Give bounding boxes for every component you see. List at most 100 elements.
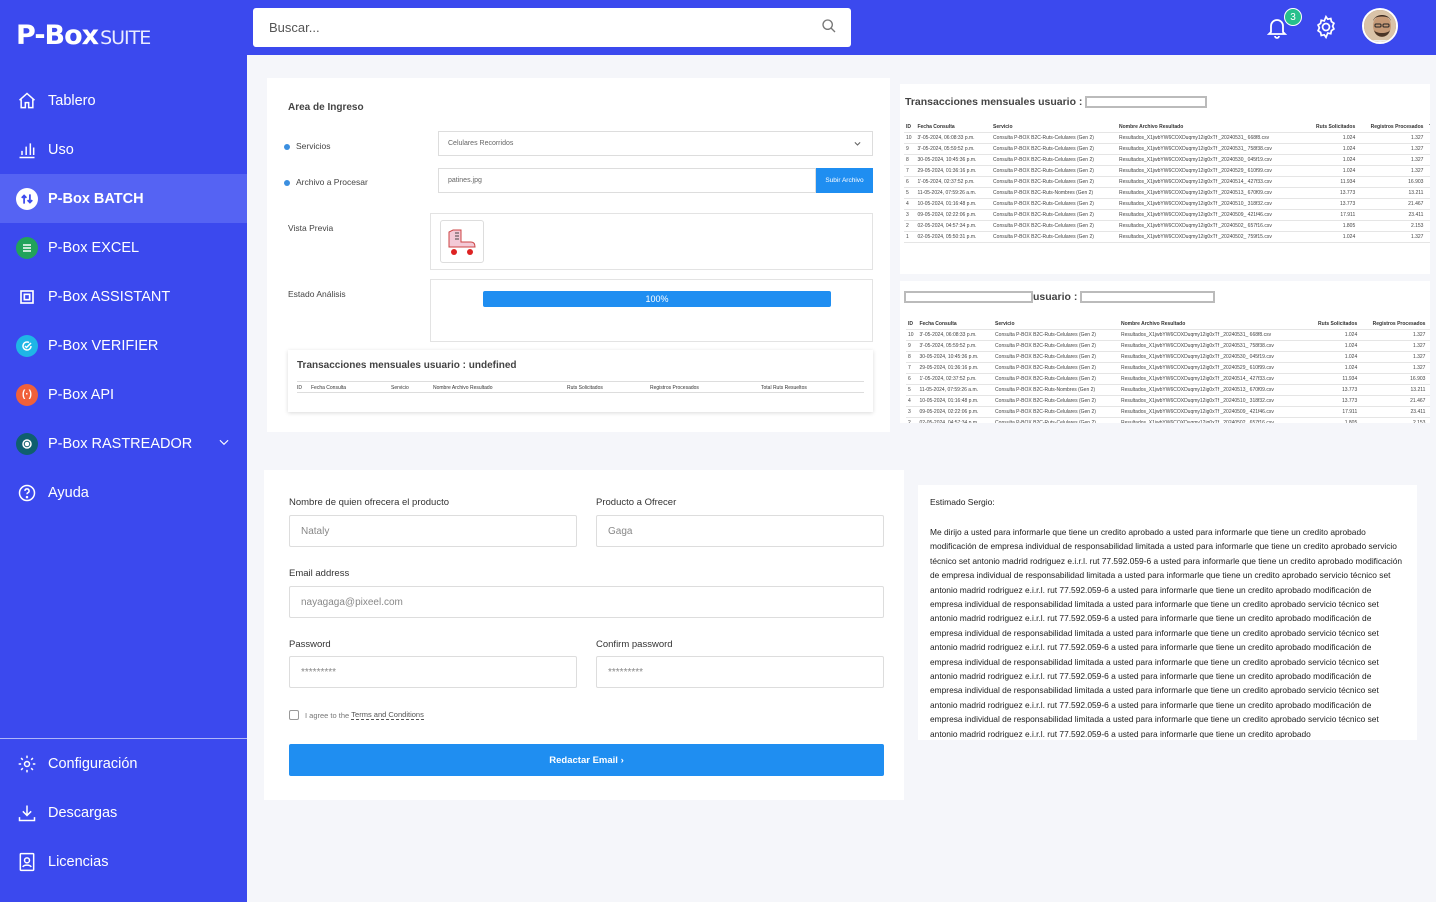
table-row[interactable]: 10 3'-05-2024, 06:08:33 p.m. Consulta P-BO… xyxy=(904,132,1430,144)
table-row[interactable]: 7 29-05-2024, 01:36:16 p.m. Consulta P-BOX… xyxy=(904,165,1430,177)
sidebar-item-descargas[interactable]: Descargas xyxy=(0,788,247,837)
sidebar-item-assistant[interactable]: P-Box ASSISTANT xyxy=(0,272,247,321)
avatar[interactable] xyxy=(1362,8,1398,44)
table-cell: 13.773 xyxy=(1307,395,1360,407)
transacciones-table: ID Fecha Consulta Servicio Nombre Archivo R… xyxy=(906,319,1430,423)
table-cell xyxy=(1427,406,1430,418)
table-row[interactable]: 7 29-05-2024, 01:36:16 p.m. Consulta P-BOX… xyxy=(906,362,1430,374)
table-cell: Resultados_X1jwbYW6COXDuqmy12ig0xTf _202… xyxy=(1116,165,1306,177)
table-row[interactable]: 5 11-05-2024, 07:59:26 a.m. Consulta P-BOX… xyxy=(904,187,1430,199)
table-cell: 1.024 xyxy=(1307,340,1360,352)
terms-checkbox[interactable] xyxy=(289,710,299,720)
table-cell: 3'-05-2024, 05:59:52 p.m. xyxy=(915,143,992,155)
sidebar-item-tablero[interactable]: Tablero xyxy=(0,76,247,125)
chevron-down-icon[interactable] xyxy=(217,435,231,453)
confirm-password-field[interactable]: ********* xyxy=(596,656,884,688)
table-cell: Resultados_X1jwbYW6COXDuqmy12ig0xTf _202… xyxy=(1118,373,1308,385)
redacted-username xyxy=(1085,96,1208,109)
table-cell: 30-05-2024, 10:45:36 p.m. xyxy=(917,351,994,363)
table-header-cell: ID xyxy=(906,319,918,330)
table-row[interactable]: 2 02-05-2024, 04:57:34 p.m. Consulta P-BOX… xyxy=(906,417,1430,423)
search-input[interactable]: Buscar... xyxy=(253,8,851,47)
table-header-row: ID Fecha Consulta Servicio Nombre Archivo R… xyxy=(904,122,1430,133)
nombre-input[interactable]: Nataly xyxy=(289,515,577,547)
sidebar-item-label: Descargas xyxy=(48,804,118,821)
table-row[interactable]: 8 30-05-2024, 10:45:36 p.m. Consulta P-BOX… xyxy=(906,351,1430,363)
table-cell: 10 xyxy=(906,329,918,341)
transacciones-table: ID Fecha Consulta Servicio Nombre Archivo R… xyxy=(904,122,1430,243)
table-cell xyxy=(1425,176,1430,188)
sidebar-item-batch[interactable]: P-Box BATCH xyxy=(0,174,247,223)
subir-archivo-button[interactable]: Subir Archivo xyxy=(816,168,873,193)
table-cell: 09-05-2024, 02:22:06 p.m. xyxy=(915,209,992,221)
table-cell: 09-05-2024, 02:22:06 p.m. xyxy=(917,406,994,418)
table-cell: Resultados_X1jwbYW6COXDuqmy12ig0xTf _202… xyxy=(1118,384,1308,396)
table-row[interactable]: 9 3'-05-2024, 05:59:52 p.m. Consulta P-BOX… xyxy=(906,340,1430,352)
table-row[interactable]: 3 09-05-2024, 02:22:06 p.m. Consulta P-BOX… xyxy=(906,406,1430,418)
table-cell: 29-05-2024, 01:36:16 p.m. xyxy=(915,165,992,177)
table-cell: 10 xyxy=(904,132,916,144)
sidebar-item-label: Licencias xyxy=(48,853,109,870)
table-cell: Consulta P-BOX B2C-Ruts-Nombres (Gen 2) xyxy=(991,187,1117,199)
sidebar-item-verifier[interactable]: P-Box VERIFIER xyxy=(0,321,247,370)
table-cell: 3 xyxy=(906,406,918,418)
table-row[interactable]: 3 09-05-2024, 02:22:06 p.m. Consulta P-BOX… xyxy=(904,209,1430,221)
table-cell: 5 xyxy=(906,384,918,396)
table-cell: 21.467 xyxy=(1357,198,1426,210)
table-cell: 1.327 xyxy=(1357,231,1426,243)
table-cell: 1.024 xyxy=(1305,154,1358,166)
table-cell: 1.327 xyxy=(1357,154,1426,166)
table-row[interactable]: 6 1'-05-2024, 02:37:52 p.m. Consulta P-BOX… xyxy=(906,373,1430,385)
table-cell: Resultados_X1jwbYW6COXDuqmy12ig0xTf _202… xyxy=(1118,362,1308,374)
app-logo[interactable]: P-Box SUITE xyxy=(16,20,151,51)
table-cell: 23.411 xyxy=(1357,209,1426,221)
table-cell: 17.911 xyxy=(1307,406,1360,418)
table-row[interactable]: 8 30-05-2024, 10:45:36 p.m. Consulta P-BOX… xyxy=(904,154,1430,166)
table-row[interactable]: 10 3'-05-2024, 06:08:33 p.m. Consulta P-BO… xyxy=(906,329,1430,341)
table-row[interactable]: 1 02-05-2024, 05:50:31 p.m. Consulta P-BOX… xyxy=(904,231,1430,243)
table-row[interactable]: 9 3'-05-2024, 05:59:52 p.m. Consulta P-BOX… xyxy=(904,143,1430,155)
sidebar-item-licencias[interactable]: Licencias xyxy=(0,837,247,886)
table-row[interactable]: 2 02-05-2024, 04:57:34 p.m. Consulta P-BOX… xyxy=(904,220,1430,232)
help-icon xyxy=(16,482,38,504)
sidebar-item-label: Tablero xyxy=(48,92,96,109)
table-cell: Resultados_X1jwbYW6COXDuqmy12ig0xTf _202… xyxy=(1118,406,1308,418)
table-row[interactable]: 5 11-05-2024, 07:59:26 a.m. Consulta P-BOX… xyxy=(906,384,1430,396)
sidebar-item-label: P-Box RASTREADOR xyxy=(48,435,193,452)
table-cell: 1.024 xyxy=(1307,362,1360,374)
settings-gear-icon[interactable] xyxy=(1313,14,1339,45)
sidebar-item-uso[interactable]: Uso xyxy=(0,125,247,174)
table-row[interactable]: 6 1'-05-2024, 02:37:52 p.m. Consulta P-BOX… xyxy=(904,176,1430,188)
sidebar-item-ayuda[interactable]: Ayuda xyxy=(0,468,247,517)
terms-link[interactable]: Terms and Conditions xyxy=(351,710,424,720)
sidebar-item-configuracion[interactable]: Configuración xyxy=(0,739,247,788)
table-cell: Resultados_X1jwbYW6COXDuqmy12ig0xTf _202… xyxy=(1116,176,1306,188)
search-icon[interactable] xyxy=(821,18,837,37)
sidebar-item-api[interactable]: (·) P-Box API xyxy=(0,370,247,419)
download-icon xyxy=(16,802,38,824)
redacted-title xyxy=(904,291,1033,304)
sidebar-item-rastreador[interactable]: P-Box RASTREADOR xyxy=(0,419,247,468)
servicios-select[interactable]: Celulares Recorridos xyxy=(438,131,873,156)
table-cell: Consulta P-BOX B2C-Ruts-Celulares (Gen 2… xyxy=(991,165,1117,177)
producto-input[interactable]: Gaga xyxy=(596,515,884,547)
table-cell: 13.211 xyxy=(1357,187,1426,199)
table-cell xyxy=(1425,231,1430,243)
estado-box: 100% xyxy=(430,279,873,342)
redactar-email-button[interactable]: Redactar Email › xyxy=(289,744,884,776)
archivo-input[interactable]: patines.jpg xyxy=(438,168,816,193)
table-cell: 1.805 xyxy=(1307,417,1360,423)
password-field[interactable]: ********* xyxy=(289,656,577,688)
table-cell: Resultados_X1jwbYW6COXDuqmy12ig0xTf _202… xyxy=(1118,351,1308,363)
table-cell: 1.327 xyxy=(1359,351,1428,363)
table-header-cell: Ruts Solicitados xyxy=(1307,319,1360,330)
sidebar-item-excel[interactable]: P-Box EXCEL xyxy=(0,223,247,272)
table-row[interactable]: 4 10-05-2024, 01:16:48 p.m. Consulta P-BOX… xyxy=(904,198,1430,210)
table-cell: 1.024 xyxy=(1307,329,1360,341)
sidebar-nav: Tablero Uso P-Box BATCH P-Box EXCEL P-Bo… xyxy=(0,76,247,517)
terms-row: I agree to the Terms and Conditions xyxy=(289,710,424,720)
email-field[interactable]: nayagaga@pixeel.com xyxy=(289,586,884,618)
topbar: Buscar... 3 xyxy=(247,0,1436,55)
table-header-cell: T xyxy=(1427,319,1430,330)
table-row[interactable]: 4 10-05-2024, 01:16:48 p.m. Consulta P-BOX… xyxy=(906,395,1430,407)
